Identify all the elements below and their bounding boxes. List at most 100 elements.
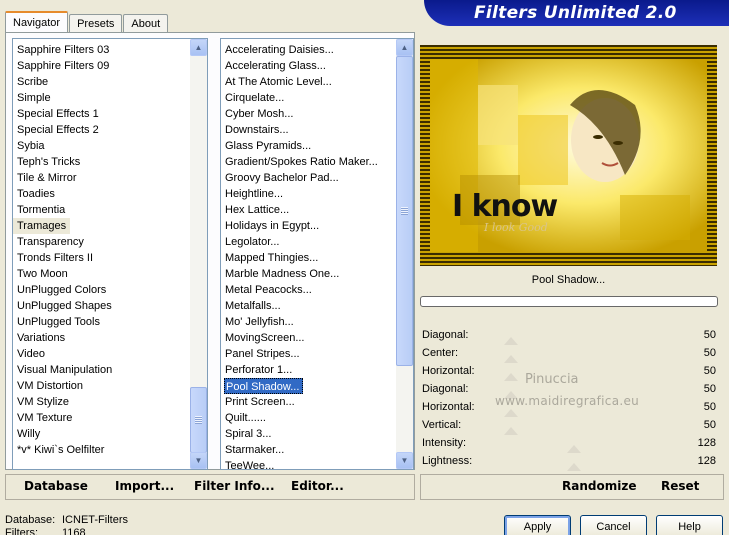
category-items: Sapphire Filters 03 Sapphire Filters 09 Sc… (13, 42, 190, 458)
filter-item[interactable]: Quilt...... (221, 410, 396, 426)
scroll-down-arrow-icon[interactable]: ▼ (190, 452, 207, 469)
filter-item[interactable]: Hex Lattice... (221, 202, 396, 218)
category-item[interactable]: Willy (13, 426, 190, 442)
category-item[interactable]: Video (13, 346, 190, 362)
category-item[interactable]: Variations (13, 330, 190, 346)
filter-item[interactable]: Mapped Thingies... (221, 250, 396, 266)
category-list[interactable]: Sapphire Filters 03 Sapphire Filters 09 Sc… (12, 38, 208, 470)
help-button[interactable]: Help (656, 515, 723, 535)
import-button[interactable]: Import... (115, 479, 174, 493)
filter-scrollbar[interactable]: ▲ ▼ (396, 39, 413, 469)
tab-presets[interactable]: Presets (69, 14, 123, 32)
category-item[interactable]: Sapphire Filters 03 (13, 42, 190, 58)
scroll-down-arrow-icon[interactable]: ▼ (396, 452, 413, 469)
filter-item[interactable]: Groovy Bachelor Pad... (221, 170, 396, 186)
param-slider[interactable]: Horizontal: 50 (420, 399, 717, 417)
category-item[interactable]: Tramages (13, 218, 71, 234)
filter-item[interactable]: Pool Shadow... (224, 378, 304, 394)
category-item[interactable]: Special Effects 2 (13, 122, 190, 138)
category-item[interactable]: VM Texture (13, 410, 190, 426)
category-item[interactable]: UnPlugged Shapes (13, 298, 190, 314)
filter-info-button[interactable]: Filter Info... (194, 479, 275, 493)
param-slider[interactable]: Lightness: 128 (420, 453, 717, 471)
filter-list[interactable]: Accelerating Daisies... Accelerating Glas… (220, 38, 414, 470)
category-item[interactable]: Tormentia (13, 202, 190, 218)
filter-item[interactable]: Print Screen... (221, 394, 396, 410)
filter-item[interactable]: Accelerating Daisies... (221, 42, 396, 58)
filter-item[interactable]: Mo' Jellyfish... (221, 314, 396, 330)
database-button[interactable]: Database (24, 479, 88, 493)
editor-button[interactable]: Editor... (291, 479, 344, 493)
scroll-up-arrow-icon[interactable]: ▲ (190, 39, 207, 56)
param-slider[interactable]: Diagonal: 50 (420, 381, 717, 399)
tab-strip: Navigator Presets About (5, 10, 169, 33)
category-item[interactable]: Simple (13, 90, 190, 106)
slider-thumb[interactable] (503, 337, 518, 345)
scroll-up-arrow-icon[interactable]: ▲ (396, 39, 413, 56)
scroll-thumb[interactable] (396, 56, 413, 366)
filter-item[interactable]: Cirquelate... (221, 90, 396, 106)
filter-item[interactable]: Marble Madness One... (221, 266, 396, 282)
filter-item[interactable]: MovingScreen... (221, 330, 396, 346)
param-label: Intensity: (422, 437, 467, 449)
filter-item[interactable]: Gradient/Spokes Ratio Maker... (221, 154, 396, 170)
slider-thumb[interactable] (503, 427, 518, 435)
category-scrollbar[interactable]: ▲ ▼ (190, 39, 207, 469)
filter-item[interactable]: Downstairs... (221, 122, 396, 138)
param-value: 128 (697, 455, 716, 467)
tab-about[interactable]: About (123, 14, 169, 32)
category-item[interactable]: VM Distortion (13, 378, 190, 394)
category-item[interactable]: Toadies (13, 186, 190, 202)
param-slider[interactable]: Intensity: 128 (420, 435, 717, 453)
tab-navigator[interactable]: Navigator (5, 11, 69, 33)
param-slider[interactable]: Vertical: 50 (420, 417, 717, 435)
randomize-button[interactable]: Randomize (562, 479, 636, 493)
reset-button[interactable]: Reset (661, 479, 699, 493)
category-item[interactable]: Scribe (13, 74, 190, 90)
category-item[interactable]: UnPlugged Tools (13, 314, 190, 330)
category-item[interactable]: Tile & Mirror (13, 170, 190, 186)
filter-item[interactable]: Cyber Mosh... (221, 106, 396, 122)
cancel-button[interactable]: Cancel (580, 515, 647, 535)
slider-thumb[interactable] (503, 373, 518, 381)
param-slider[interactable]: Horizontal: 50 (420, 363, 717, 381)
filter-item[interactable]: TeeWee... (221, 458, 396, 469)
category-item[interactable]: Sybia (13, 138, 190, 154)
filter-item[interactable]: At The Atomic Level... (221, 74, 396, 90)
filter-item[interactable]: Holidays in Egypt... (221, 218, 396, 234)
filter-item[interactable]: Starmaker... (221, 442, 396, 458)
param-slider[interactable]: Diagonal: 50 (420, 327, 717, 345)
filter-item[interactable]: Spiral 3... (221, 426, 396, 442)
filter-item[interactable]: Perforator 1... (221, 362, 396, 378)
category-item[interactable]: Two Moon (13, 266, 190, 282)
param-label: Vertical: (422, 419, 462, 431)
category-item[interactable]: Special Effects 1 (13, 106, 190, 122)
scroll-thumb[interactable] (190, 387, 207, 453)
slider-thumb[interactable] (566, 463, 581, 471)
category-item[interactable]: Transparency (13, 234, 190, 250)
filter-item[interactable]: Panel Stripes... (221, 346, 396, 362)
database-value: ICNET-Filters (62, 514, 128, 526)
category-item[interactable]: Tronds Filters II (13, 250, 190, 266)
preview-image: I know I look Good (420, 45, 717, 266)
slider-thumb[interactable] (503, 391, 518, 399)
filter-item[interactable]: Accelerating Glass... (221, 58, 396, 74)
category-item[interactable]: Teph's Tricks (13, 154, 190, 170)
filter-item[interactable]: Metalfalls... (221, 298, 396, 314)
param-slider[interactable]: Center: 50 (420, 345, 717, 363)
category-item[interactable]: UnPlugged Colors (13, 282, 190, 298)
slider-thumb[interactable] (503, 355, 518, 363)
param-value: 50 (703, 329, 716, 341)
category-item[interactable]: Visual Manipulation (13, 362, 190, 378)
filter-item[interactable]: Heightline... (221, 186, 396, 202)
filter-item[interactable]: Glass Pyramids... (221, 138, 396, 154)
filter-items: Accelerating Daisies... Accelerating Glas… (221, 42, 396, 469)
slider-thumb[interactable] (566, 445, 581, 453)
slider-thumb[interactable] (503, 409, 518, 417)
category-item[interactable]: VM Stylize (13, 394, 190, 410)
filter-item[interactable]: Legolator... (221, 234, 396, 250)
filter-item[interactable]: Metal Peacocks... (221, 282, 396, 298)
apply-button[interactable]: Apply (504, 515, 571, 535)
category-item[interactable]: *v* Kiwi`s Oelfilter (13, 442, 190, 458)
category-item[interactable]: Sapphire Filters 09 (13, 58, 190, 74)
